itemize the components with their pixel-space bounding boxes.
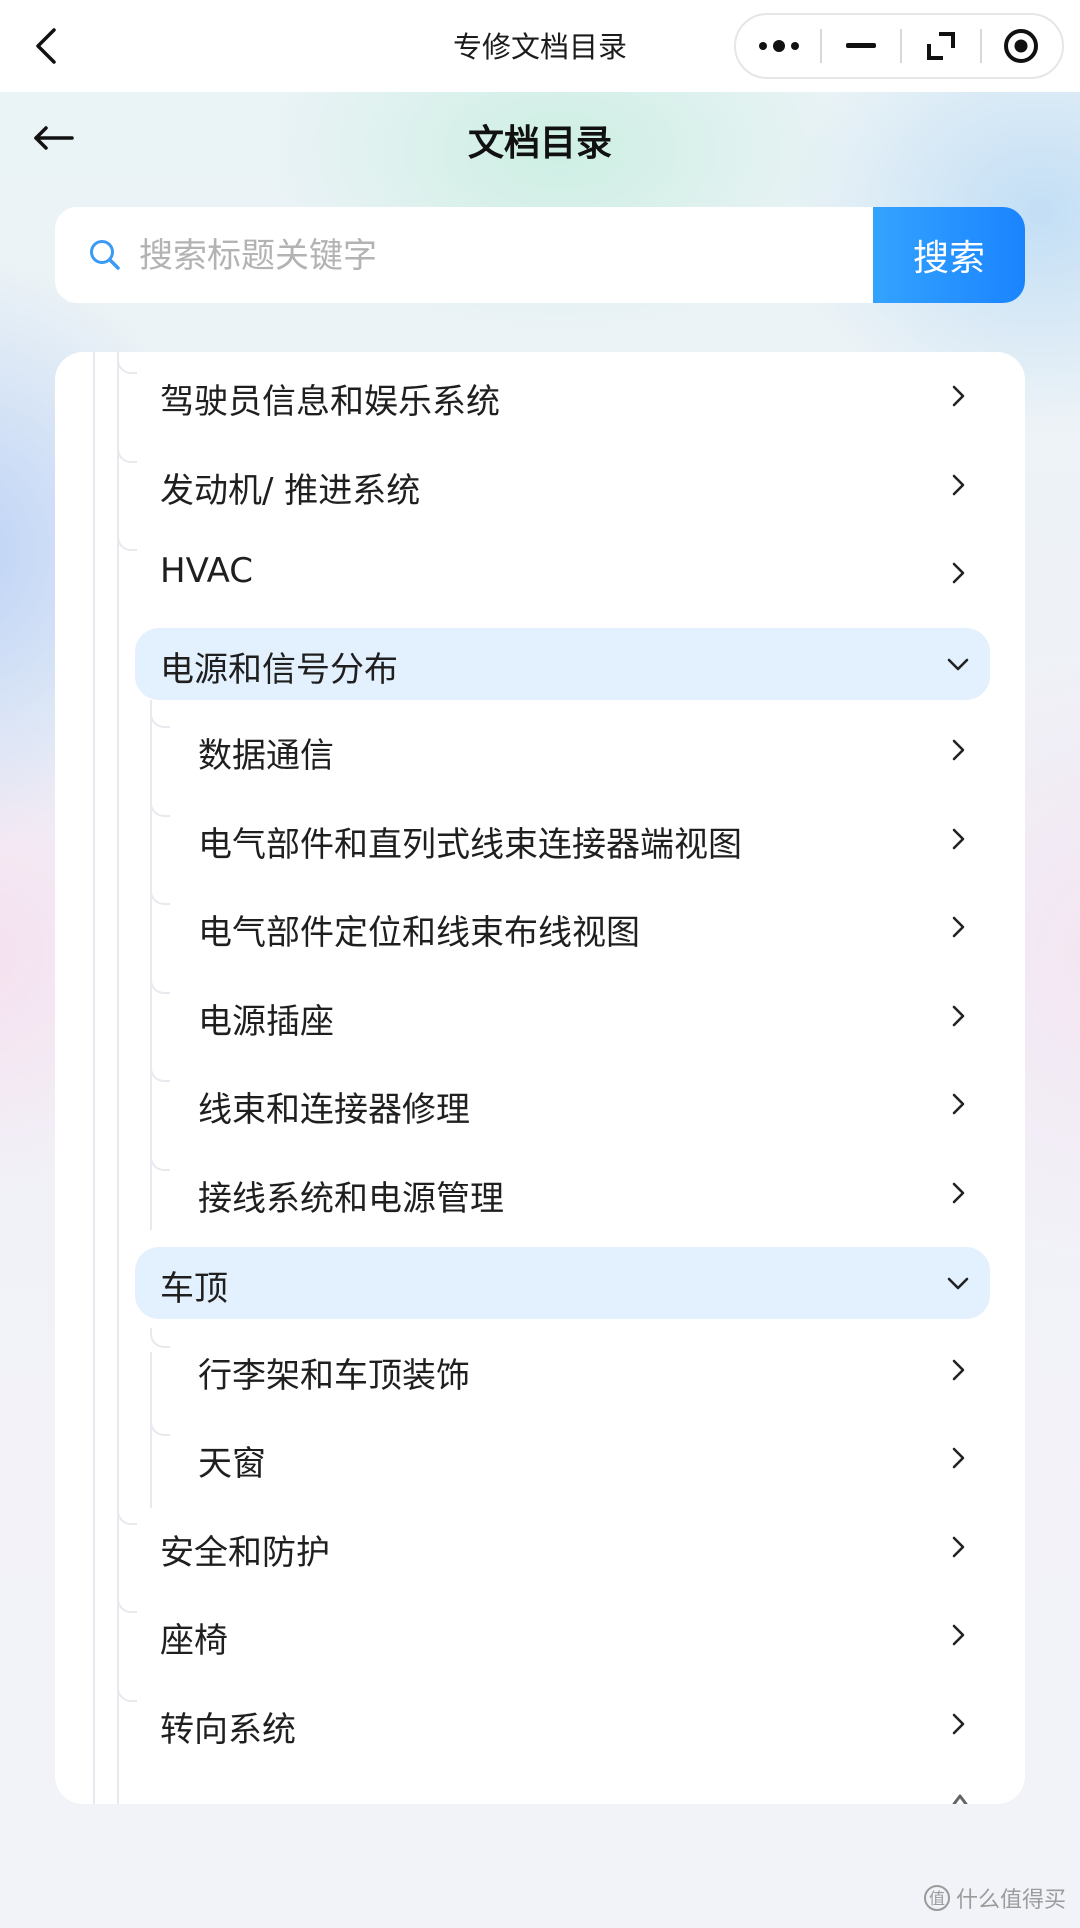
tree-item-label: 车顶 <box>160 1269 228 1309</box>
tree-connector <box>117 1504 137 1525</box>
window-title: 专修文档目录 <box>452 30 627 64</box>
tree-item-label: 电气部件和直列式线束连接器端视图 <box>198 824 742 865</box>
chevron-down-icon <box>947 1277 969 1290</box>
tree-item[interactable]: 驾驶员信息和娱乐系统 <box>55 354 1025 432</box>
close-button[interactable] <box>982 15 1060 77</box>
tree-connector <box>117 531 137 551</box>
watermark: 值 什么值得买 <box>923 1882 1066 1914</box>
restore-icon <box>927 32 955 60</box>
chevron-right-icon <box>952 1005 965 1026</box>
back-button[interactable] <box>28 22 68 70</box>
watermark-text: 什么值得买 <box>955 1888 1066 1913</box>
chevron-right-icon <box>952 1182 965 1203</box>
chevron-right-icon <box>952 1359 965 1380</box>
tree-item-label: 电源和信号分布 <box>160 649 398 690</box>
chevron-right-icon <box>952 1794 968 1804</box>
more-dots-icon <box>759 40 799 52</box>
restore-button[interactable] <box>902 15 980 77</box>
tree-item-label: 接线系统和电源管理 <box>198 1178 504 1219</box>
chevron-right-icon <box>952 1536 965 1557</box>
chevron-right-icon <box>952 916 965 938</box>
tree-item[interactable]: 线束和连接器修理 <box>55 1062 1025 1140</box>
tree-item[interactable]: 电源和信号分布 <box>135 627 990 700</box>
more-button[interactable] <box>740 15 818 77</box>
capsule-menu <box>734 13 1064 79</box>
page-title: 文档目录 <box>467 123 612 164</box>
tree-item-label: 发动机/ 推进系统 <box>160 470 421 511</box>
chevron-right-icon <box>952 1093 965 1115</box>
tree-connector <box>150 796 170 817</box>
tree-connector <box>150 973 170 994</box>
tree-item[interactable]: 电气部件定位和线束布线视图 <box>55 885 1025 963</box>
title-bar: 专修文档目录 <box>0 0 1080 92</box>
tree-item-label: 数据通信 <box>198 736 334 776</box>
tree-item[interactable]: 数据通信 <box>55 708 1025 786</box>
tree-item[interactable]: 接线系统和电源管理 <box>55 1150 1025 1229</box>
watermark-badge: 值 <box>923 1885 950 1911</box>
search-button[interactable]: 搜索 <box>873 207 1025 303</box>
tree-item-label: 座椅 <box>160 1621 228 1661</box>
tree-item[interactable]: 电源插座 <box>55 973 1025 1052</box>
chevron-left-icon <box>36 28 56 64</box>
tree-item[interactable]: 安全和防护 <box>55 1504 1025 1583</box>
chevron-right-icon <box>952 474 965 495</box>
tree-item[interactable]: 发动机/ 推进系统 <box>55 442 1025 521</box>
tree-item-label: HVAC <box>160 551 254 591</box>
target-close-icon <box>1004 29 1038 63</box>
tree-item-label: 安全和防护 <box>160 1532 330 1573</box>
tree-connector <box>117 1593 137 1613</box>
chevron-right-icon <box>952 1624 965 1646</box>
tree-connector <box>117 1681 137 1702</box>
page-header: 文档目录 <box>0 92 1080 188</box>
search-icon <box>90 240 120 270</box>
tree-item-label: 转向系统 <box>160 1709 296 1750</box>
tree-item-label: 线束和连接器修理 <box>198 1090 470 1130</box>
chevron-down-icon <box>947 658 969 670</box>
tree-item[interactable]: 车顶 <box>135 1247 990 1319</box>
tree-item-label: 电源插座 <box>198 1001 334 1042</box>
tree-connector <box>150 1327 170 1348</box>
tree-connector <box>150 1062 170 1082</box>
tree-item[interactable]: 转向系统 <box>55 1681 1025 1760</box>
chevron-right-icon <box>952 828 965 849</box>
chevron-right-icon <box>952 562 965 584</box>
tree-connector <box>150 885 170 905</box>
tree-item-label: 天窗 <box>198 1444 266 1484</box>
tree-connector <box>150 708 170 728</box>
tree-item[interactable]: 行李架和车顶装饰 <box>55 1327 1025 1406</box>
tree-item[interactable]: 电气部件和直列式线束连接器端视图 <box>55 796 1025 875</box>
tree-connector <box>117 442 137 463</box>
chevron-right-icon <box>952 739 965 761</box>
minus-icon <box>846 43 876 48</box>
tree-item-label: 驾驶员信息和娱乐系统 <box>160 382 500 422</box>
tree-item-label: 行李架和车顶装饰 <box>198 1355 470 1396</box>
tree-connector <box>150 1150 170 1171</box>
chevron-right-icon <box>952 1713 965 1734</box>
chevron-right-icon <box>952 385 965 407</box>
directory-tree: 驾驶员信息和娱乐系统 发动机/ 推进系统 HVAC 电源和信号分布数据通信电气部件和直… <box>55 352 1025 1804</box>
minimize-button[interactable] <box>822 15 900 77</box>
tree-item[interactable]: 天窗 <box>55 1416 1025 1494</box>
tree-item-label: 电气部件定位和线束布线视图 <box>198 913 640 953</box>
tree-connector <box>150 1416 170 1436</box>
tree-connector <box>117 354 137 374</box>
tree-item[interactable]: HVAC <box>55 531 1025 609</box>
tree-item[interactable]: 座椅 <box>55 1593 1025 1671</box>
search-input[interactable] <box>137 225 701 287</box>
chevron-right-icon <box>952 1447 965 1469</box>
search-bar: 搜索 <box>55 207 1025 303</box>
